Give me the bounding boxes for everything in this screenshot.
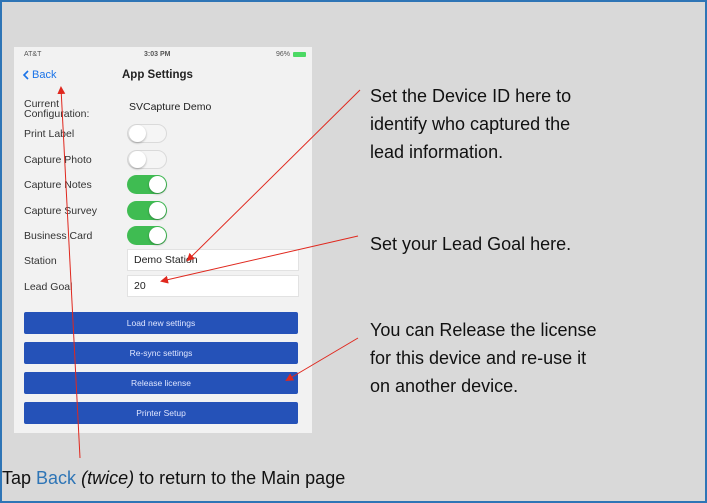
release-arrow — [285, 337, 359, 382]
device-id-arrow — [186, 89, 361, 262]
annotation-arrows — [57, 86, 361, 459]
tutorial-frame: AT&T 3:03 PM 96% Back App Settings Curre… — [0, 0, 707, 503]
lead-goal-arrow — [160, 235, 359, 284]
back-arrow — [57, 86, 81, 459]
